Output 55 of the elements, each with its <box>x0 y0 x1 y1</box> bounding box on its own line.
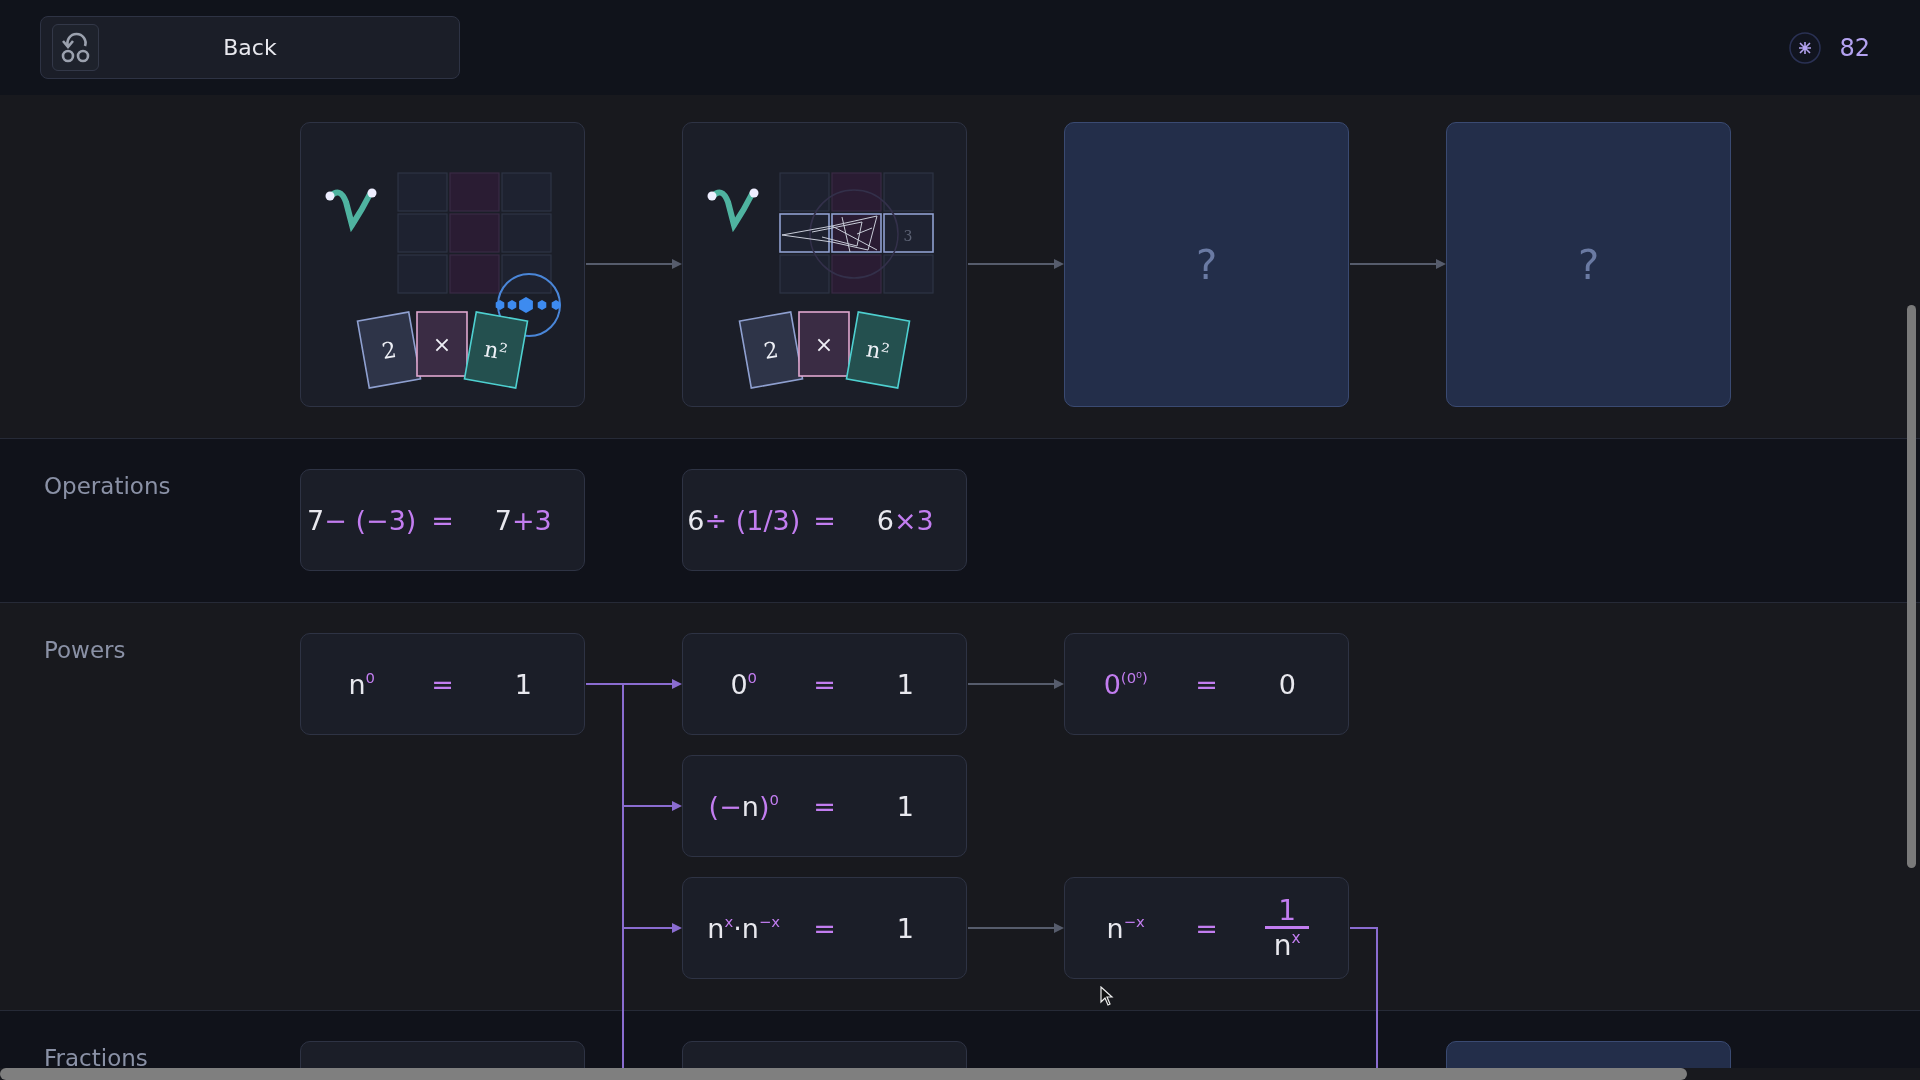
number-tile[interactable]: n² <box>845 311 911 389</box>
equals-sign: = <box>813 790 836 822</box>
formula-card[interactable]: 7− (−3) = 7+3 <box>300 469 585 571</box>
denominator-text: n$^{x}$ <box>1273 931 1301 961</box>
formula-text: 6×3 <box>876 504 934 536</box>
coin-count: 82 <box>1839 33 1870 62</box>
fraction-bar <box>1265 926 1310 929</box>
equals-sign: = <box>1195 668 1218 700</box>
mouse-pointer-icon <box>1100 986 1114 1006</box>
vertical-scrollbar-thumb[interactable] <box>1907 305 1916 868</box>
number-tile[interactable]: 2 <box>356 311 422 389</box>
equals-sign: = <box>813 668 836 700</box>
equals-sign: = <box>1195 912 1218 944</box>
formula-text: n$^{−x}$ <box>1106 912 1145 944</box>
formula-text: 0 <box>1278 668 1296 700</box>
formula-text: 1 <box>896 668 914 700</box>
section-title: Fractions <box>44 1045 148 1068</box>
formula-text: (−n)$^{0}$ <box>708 790 779 822</box>
horizontal-scrollbar-thumb[interactable] <box>0 1068 1687 1080</box>
back-button[interactable]: Back <box>40 16 460 79</box>
formula-card[interactable]: n$^{0}$ = 1 <box>300 633 585 735</box>
formula-text: 0$^{0}$ <box>730 668 758 700</box>
cell-number: 3 <box>903 228 913 244</box>
formula-text: 1 <box>514 668 532 700</box>
formula-text: 7+3 <box>494 504 552 536</box>
number-tile[interactable]: n² <box>463 311 529 389</box>
question-mark: ? <box>1577 241 1600 288</box>
formula-text: 7− (−3) <box>307 504 417 536</box>
formula-card[interactable]: 0$^{0}$ = 1 <box>682 633 967 735</box>
section-title: Operations <box>44 473 171 499</box>
level-preview-card[interactable]: 2 × n² <box>300 122 585 407</box>
drag-handle-drawing <box>495 273 561 337</box>
formula-card[interactable]: (−n)$^{0}$ = 1 <box>682 755 967 857</box>
formula-text: 6÷ (1/3) <box>687 504 801 536</box>
number-tile[interactable]: 2 <box>738 311 804 389</box>
coin-icon <box>1789 31 1822 64</box>
question-mark: ? <box>1195 241 1218 288</box>
number-tile[interactable]: × <box>798 311 850 377</box>
formula-card[interactable]: n$^{x}$·n$^{−x}$ = 1 <box>682 877 967 979</box>
number-tile[interactable]: × <box>416 311 468 377</box>
formula-card[interactable]: 0$^{(0⁰)}$ = 0 <box>1064 633 1349 735</box>
formula-text: 1 <box>896 790 914 822</box>
formula-text: 0$^{(0⁰)}$ <box>1103 668 1148 700</box>
formula-text: 1 <box>896 912 914 944</box>
formula-text: n$^{x}$·n$^{−x}$ <box>707 912 781 944</box>
equals-sign: = <box>813 912 836 944</box>
formula-card[interactable]: 6÷ (1/3) = 6×3 <box>682 469 967 571</box>
section-title: Powers <box>44 637 126 663</box>
formula-text: n$^{0}$ <box>348 668 376 700</box>
equals-sign: = <box>431 668 454 700</box>
equals-sign: = <box>431 504 454 536</box>
formula-card[interactable]: n$^{−x}$ = 1 n$^{x}$ <box>1064 877 1349 979</box>
equals-sign: = <box>813 504 836 536</box>
numerator-text: 1 <box>1278 895 1297 925</box>
level-preview-card[interactable]: 3 2 × n² <box>682 122 967 407</box>
